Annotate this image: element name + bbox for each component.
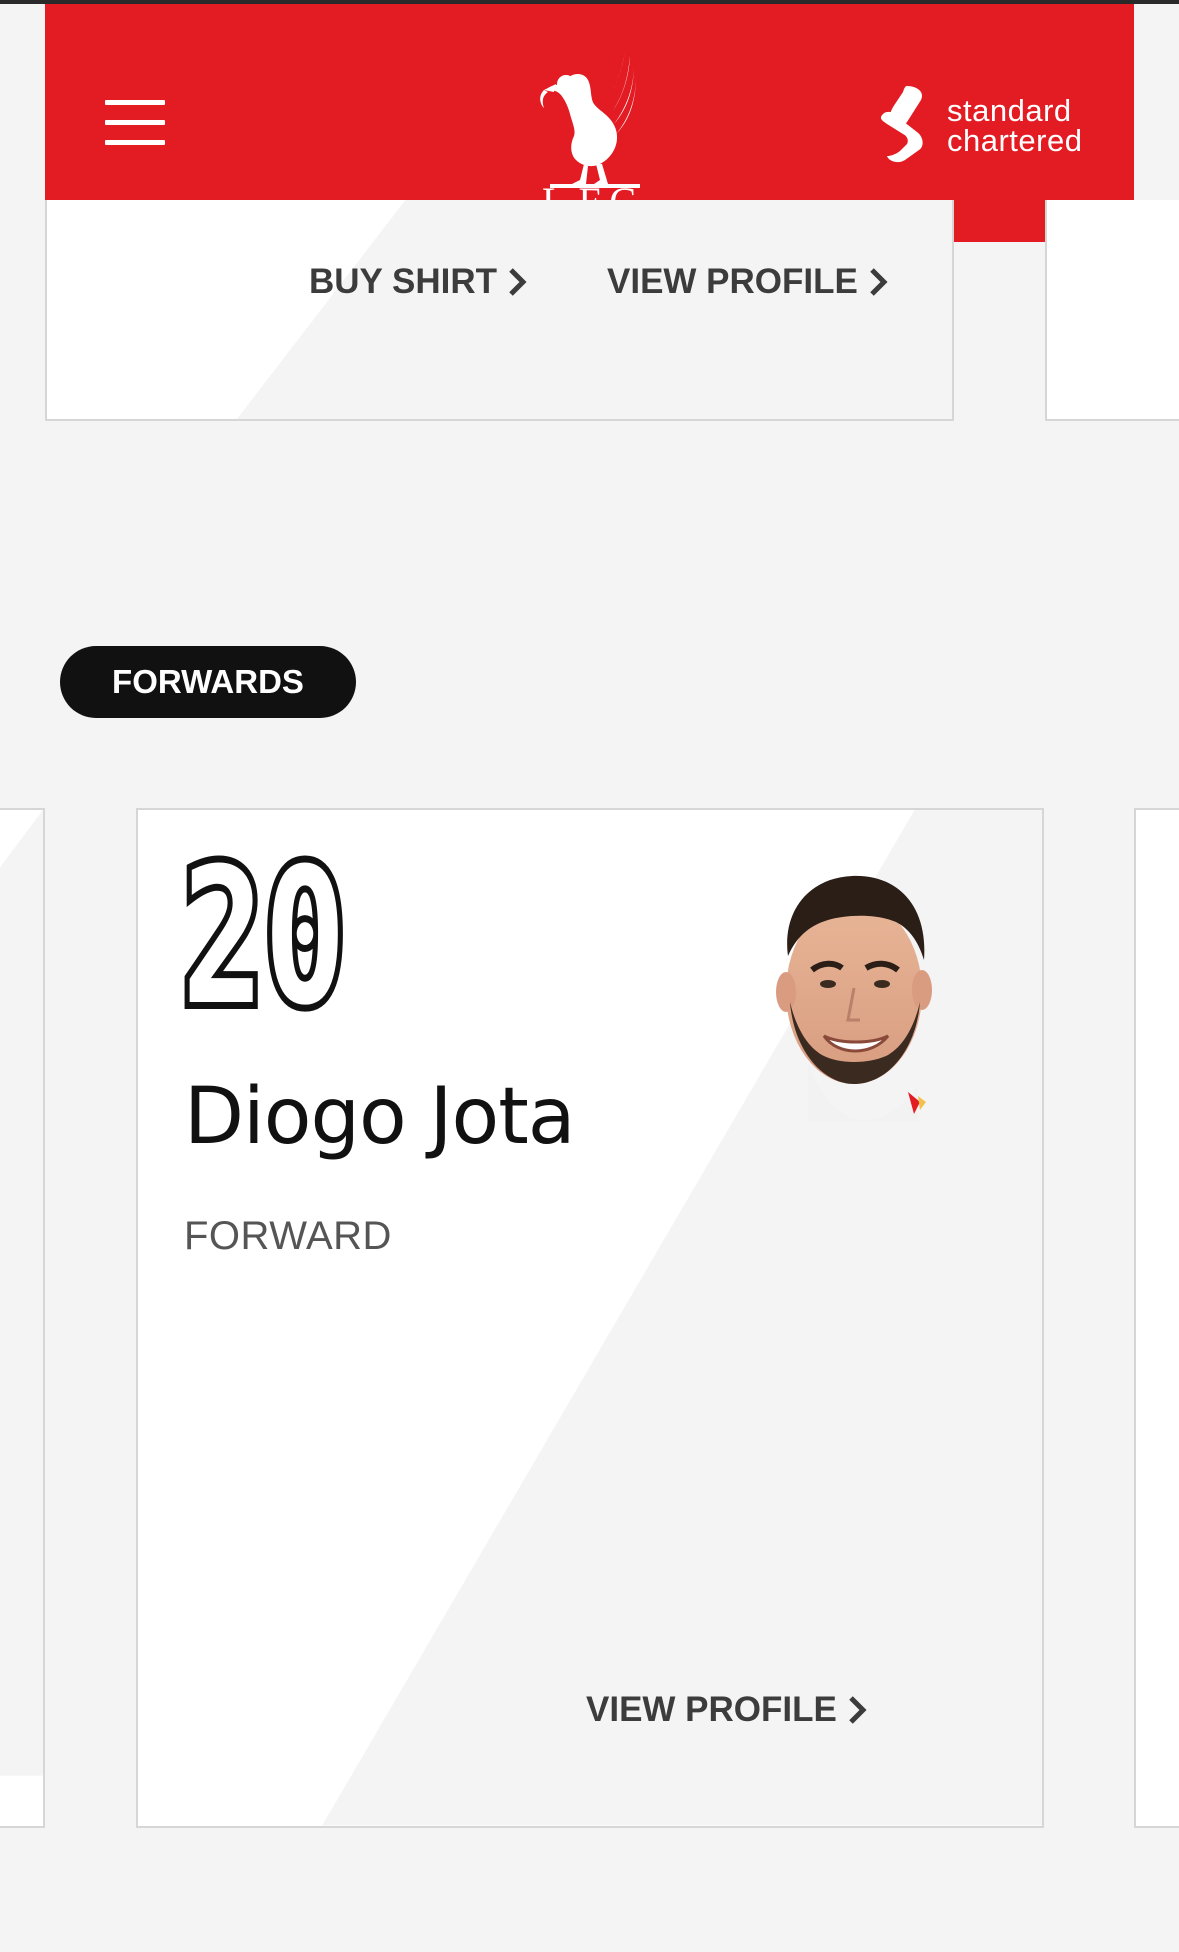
next-card-edge-top[interactable] bbox=[1045, 200, 1179, 421]
view-profile-link[interactable]: VIEW PROFILE bbox=[586, 1690, 867, 1730]
sponsor-text: standard chartered bbox=[947, 93, 1083, 158]
player-photo bbox=[776, 875, 932, 1122]
view-profile-label: VIEW PROFILE bbox=[586, 1690, 837, 1729]
standard-chartered-icon bbox=[880, 86, 923, 163]
player-name: Diogo Jota bbox=[184, 1072, 576, 1162]
view-profile-label: VIEW PROFILE bbox=[607, 262, 858, 301]
sponsor-line-1: standard bbox=[947, 93, 1072, 128]
player-card[interactable]: 20 20 Diogo Jota FORWARD VIEW PROFILE bbox=[136, 808, 1044, 1828]
previous-card-edge[interactable] bbox=[0, 808, 45, 1828]
chevron-right-icon bbox=[849, 1696, 867, 1724]
buy-shirt-link[interactable]: BUY SHIRT bbox=[309, 262, 527, 302]
shirt-number-graphic: 20 20 bbox=[182, 854, 352, 1012]
card-diagonal-background bbox=[0, 810, 43, 1776]
buy-shirt-label: BUY SHIRT bbox=[309, 262, 497, 301]
sponsor-logo[interactable]: standard chartered bbox=[877, 84, 1137, 170]
hamburger-menu-button[interactable] bbox=[105, 100, 165, 146]
player-position: FORWARD bbox=[184, 1214, 392, 1258]
shirt-number-fill: 20 bbox=[182, 854, 346, 1012]
previous-player-card: BUY SHIRT VIEW PROFILE bbox=[45, 200, 954, 421]
view-profile-link-previous[interactable]: VIEW PROFILE bbox=[607, 262, 888, 302]
chevron-right-icon bbox=[870, 268, 888, 296]
lfc-crest-logo[interactable]: L.F.C. bbox=[530, 30, 660, 224]
card-diagonal-background bbox=[236, 200, 952, 419]
chevron-right-icon bbox=[509, 268, 527, 296]
forwards-section-label[interactable]: FORWARDS bbox=[60, 646, 356, 718]
next-card-edge[interactable] bbox=[1134, 808, 1179, 1828]
sponsor-line-2: chartered bbox=[947, 123, 1083, 158]
hamburger-menu-icon bbox=[105, 100, 165, 105]
